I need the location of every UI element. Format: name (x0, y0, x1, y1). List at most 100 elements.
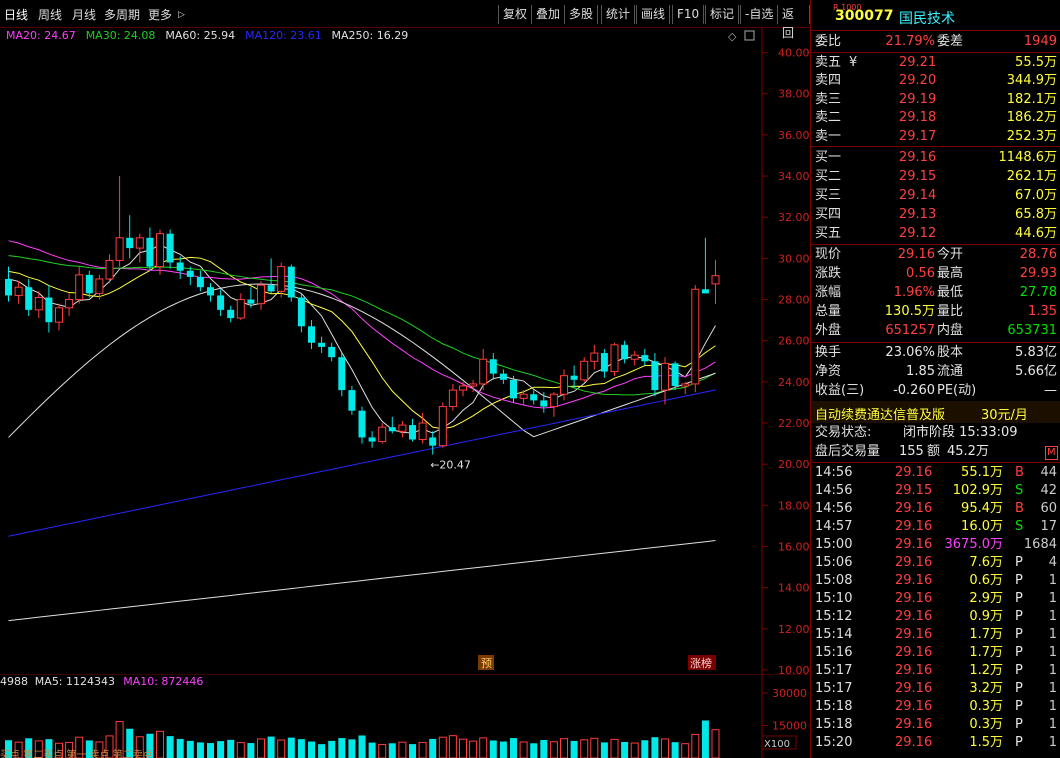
diamond-icon[interactable]: ◇ (728, 30, 737, 43)
stat-value: 130.5万 (884, 304, 935, 319)
stock-name[interactable]: 国民技术 (899, 8, 955, 28)
price-tick-label: 12.00 (778, 623, 810, 636)
volume-unit: X100 (764, 739, 790, 750)
volume-bar (287, 737, 295, 758)
after-hours-icon[interactable]: M (1045, 446, 1058, 460)
statistics-button[interactable]: 统计 (601, 5, 636, 24)
remove-watchlist-button[interactable]: -自选 (740, 5, 779, 24)
tab-daily[interactable]: 日线 (4, 6, 28, 24)
tick-row: 15:18 29.16 0.3万 P 1 (815, 699, 1057, 714)
fuquan-button[interactable]: 复权 (498, 5, 533, 24)
volume-bar (247, 743, 255, 758)
volume-legend: 4988 MA5: 1124343 MA10: 872446 (0, 675, 203, 688)
volume-bar (429, 738, 437, 758)
signal-tags: 买点 第二买点 第一 卖点 第二卖点 (0, 748, 153, 758)
volume-bar (388, 743, 396, 758)
candle (691, 285, 700, 393)
tab-monthly[interactable]: 月线 (72, 6, 96, 24)
ma-legend-item: MA250: 16.29 (332, 29, 409, 42)
stat-value: 1.96% (893, 285, 935, 300)
volume-bar (378, 744, 387, 758)
ma-legend: MA20: 24.67 MA30: 24.08 MA60: 25.94 MA120: … (6, 29, 408, 42)
candle (257, 281, 265, 310)
bid-level[interactable]: 买五 29.12 44.6万 (811, 225, 1060, 243)
bid-level[interactable]: 买四 29.13 65.8万 (811, 206, 1060, 224)
draw-line-button[interactable]: 画线 (636, 5, 671, 24)
bid-level[interactable]: 买一 29.16 1148.6万 (811, 149, 1060, 167)
ask-level[interactable]: 卖一 29.17 252.3万 (811, 128, 1060, 146)
bid-level[interactable]: 买三 29.14 67.0万 (811, 187, 1060, 205)
candle (489, 353, 497, 380)
tab-more[interactable]: 更多 (148, 6, 172, 24)
volume-bar (166, 736, 174, 758)
ask-price: 29.19 (899, 91, 937, 107)
candle (25, 278, 33, 317)
candle (166, 229, 174, 269)
mark-button[interactable]: 标记 (705, 5, 740, 24)
stat-value: 653731 (1007, 323, 1057, 338)
f10-button[interactable]: F10 (672, 5, 705, 24)
tick-row: 14:56 29.15 102.9万 S 42 (815, 483, 1057, 498)
back-button[interactable]: 返回 (777, 5, 810, 40)
stat-value: 651257 (885, 323, 935, 338)
candle (186, 266, 194, 286)
volume-bar (176, 738, 184, 758)
volume-bar (267, 736, 275, 758)
stat-value: 0.56 (906, 266, 935, 281)
ma-legend-item: MA20: 24.67 (6, 29, 76, 42)
bid-level[interactable]: 买二 29.15 262.1万 (811, 168, 1060, 186)
stat-value: 29.93 (1019, 266, 1057, 281)
stock-code[interactable]: 300077 (835, 8, 893, 24)
tag-zhangbang[interactable]: 涨榜 (688, 655, 716, 670)
stat-row: 总量 130.5万 量比 1.35 (815, 304, 1057, 319)
volume-bar (358, 735, 366, 758)
stat-value: 28.76 (1019, 247, 1057, 262)
candle (146, 227, 154, 271)
volume-bar (499, 741, 507, 758)
volume-bar (651, 737, 659, 758)
ask-level[interactable]: 卖二 29.18 186.2万 (811, 109, 1060, 127)
fundamental-value: -0.260 (893, 383, 935, 398)
price-tick-label: 18.00 (778, 499, 810, 512)
price-tick-label: 28.00 (778, 294, 810, 307)
volume-bar (681, 743, 690, 758)
tab-weekly[interactable]: 周线 (38, 6, 62, 24)
more-chevron-icon[interactable]: ▷ (178, 6, 185, 24)
subscription-promo[interactable]: 自动续费通达信普及版 (815, 404, 945, 423)
volume-bar (621, 741, 629, 758)
volume-bar (409, 744, 416, 758)
candle (227, 305, 235, 323)
volume-bar (610, 738, 619, 758)
tick-row: 15:00 29.16 3675.0万 1684 (815, 537, 1057, 552)
overlay-button[interactable]: 叠加 (531, 5, 566, 24)
svg-text:涨榜: 涨榜 (690, 656, 712, 670)
candle (459, 381, 467, 397)
tag-yu[interactable]: 预 (478, 655, 494, 670)
tab-multi-period[interactable]: 多周期 (104, 6, 140, 24)
ask-level[interactable]: 卖五 ¥29.21 55.5万 (811, 54, 1060, 72)
tick-row: 14:56 29.16 55.1万 B 44 (815, 465, 1057, 480)
tick-row: 15:10 29.16 2.9万 P 1 (815, 591, 1057, 606)
candle (308, 320, 315, 349)
volume-legend-item: 4988 (0, 675, 28, 688)
stat-value: 29.16 (897, 247, 935, 262)
volume-bar (227, 739, 235, 758)
candle (438, 402, 447, 448)
volume-bar (711, 729, 720, 758)
ask-level[interactable]: 卖三 29.19 182.1万 (811, 91, 1060, 109)
candle (65, 293, 74, 317)
tick-row: 15:18 29.16 0.3万 P 1 (815, 717, 1057, 732)
multi-stock-button[interactable]: 多股 (564, 5, 599, 24)
chart-corner-icons[interactable]: ◇ (728, 30, 755, 43)
volume-bar (257, 738, 265, 758)
candle (549, 392, 558, 417)
square-icon[interactable] (744, 30, 755, 41)
promo-price[interactable]: 30元/月 (981, 404, 1028, 423)
candlestick-chart[interactable]: 40.00 38.00 36.00 34.00 32.00 30.00 28.00 26.00… (0, 28, 810, 674)
ask-level[interactable]: 卖四 29.20 344.9万 (811, 72, 1060, 90)
volume-chart[interactable]: 3000015000 4988 MA5: 1124343 MA10: 872446 … (0, 674, 810, 758)
candle (207, 283, 214, 302)
stat-row: 涨幅 1.96% 最低 27.78 (815, 285, 1057, 300)
tick-row: 15:16 29.16 1.7万 P 1 (815, 645, 1057, 660)
candle (236, 293, 245, 321)
